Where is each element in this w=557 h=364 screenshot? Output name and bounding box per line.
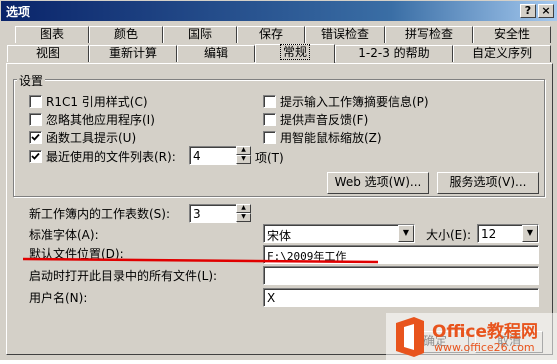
recent-files-count-input[interactable]: 4	[189, 146, 237, 165]
checkbox-box[interactable]	[263, 95, 276, 108]
check-icon	[31, 152, 40, 160]
window-title: 选项	[6, 5, 31, 19]
ignore-apps-checkbox[interactable]: 忽略其他应用程序(I)	[29, 111, 155, 128]
ignore-apps-label: 忽略其他应用程序(I)	[46, 113, 155, 127]
intellimouse-zoom-checkbox[interactable]: 用智能鼠标缩放(Z)	[263, 129, 382, 146]
sheets-count-spinner[interactable]: ▲ ▼	[236, 204, 251, 223]
recent-files-unit: 项(T)	[255, 151, 284, 165]
recent-files-spinner[interactable]: ▲ ▼	[236, 146, 251, 165]
watermark-brand: Office教程网	[432, 322, 539, 342]
tab-edit[interactable]: 编辑	[177, 45, 255, 62]
tab-lotus-help[interactable]: 1-2-3 的帮助	[335, 45, 453, 62]
sheets-count-label: 新工作簿内的工作表数(S):	[29, 207, 171, 221]
title-bar[interactable]: 选项 ? ×	[1, 1, 557, 21]
spin-down-icon[interactable]: ▼	[236, 155, 251, 164]
tab-save[interactable]: 保存	[237, 26, 305, 43]
tab-error-checking[interactable]: 错误检查	[305, 26, 385, 43]
tab-chart[interactable]: 图表	[15, 26, 89, 43]
tab-label: 图表	[39, 27, 64, 41]
service-options-button[interactable]: 服务选项(V)...	[437, 172, 539, 194]
options-dialog: 选项 ? × 图表 颜色 国际 保存 错误检查 拼写检查 安全性 视图 重新计算…	[0, 0, 557, 361]
tab-label: 拼写检查	[404, 27, 453, 41]
tab-view[interactable]: 视图	[7, 45, 89, 62]
tab-label: 安全性	[493, 27, 530, 41]
sound-feedback-checkbox[interactable]: 提供声音反馈(F)	[263, 111, 368, 128]
watermark-logo: Office教程网 www.office26.com	[386, 313, 557, 361]
size-dropdown-arrow-icon[interactable]: ▼	[522, 225, 538, 242]
standard-font-label: 标准字体(A):	[29, 228, 99, 242]
tab-label: 1-2-3 的帮助	[358, 46, 430, 60]
tab-label: 视图	[35, 46, 60, 60]
annotation-underline	[23, 257, 378, 264]
standard-font-select[interactable]: 宋体	[263, 224, 415, 243]
tab-custom-lists[interactable]: 自定义序列	[453, 45, 551, 62]
tab-label: 颜色	[113, 27, 138, 41]
tab-spelling[interactable]: 拼写检查	[385, 26, 473, 43]
r1c1-label: R1C1 引用样式(C)	[46, 95, 148, 109]
r1c1-checkbox[interactable]: R1C1 引用样式(C)	[29, 93, 148, 110]
recent-files-label: 最近使用的文件列表(R):	[46, 150, 176, 164]
tab-label: 错误检查	[320, 27, 369, 41]
tab-international[interactable]: 国际	[163, 26, 237, 43]
startup-folder-input[interactable]	[263, 266, 539, 285]
spin-down-icon[interactable]: ▼	[236, 213, 251, 222]
spin-up-icon[interactable]: ▲	[236, 146, 251, 155]
checkbox-box[interactable]	[263, 113, 276, 126]
tab-security[interactable]: 安全性	[473, 26, 551, 43]
checkbox-box[interactable]	[29, 95, 42, 108]
tab-color[interactable]: 颜色	[89, 26, 163, 43]
tab-label: 编辑	[203, 46, 228, 60]
sound-feedback-label: 提供声音反馈(F)	[280, 113, 369, 127]
function-tooltips-checkbox[interactable]: 函数工具提示(U)	[29, 129, 136, 146]
tab-general[interactable]: 常规	[255, 44, 335, 63]
tab-label: 自定义序列	[471, 46, 532, 60]
tab-label: 保存	[258, 27, 283, 41]
sheets-count-input[interactable]: 3	[189, 204, 237, 223]
tab-calculation[interactable]: 重新计算	[89, 45, 177, 62]
prompt-summary-checkbox[interactable]: 提示输入工作簿摘要信息(P)	[263, 93, 429, 110]
spin-up-icon[interactable]: ▲	[236, 204, 251, 213]
settings-group-label: 设置	[17, 72, 46, 89]
checkbox-box[interactable]	[29, 131, 42, 144]
recent-files-checkbox[interactable]: 最近使用的文件列表(R):	[29, 148, 176, 165]
check-icon	[31, 133, 40, 141]
tab-label: 重新计算	[108, 46, 157, 60]
username-input[interactable]: X	[263, 288, 539, 307]
tab-label: 常规	[279, 44, 310, 60]
watermark-url: www.office26.com	[434, 341, 535, 354]
font-size-label: 大小(E):	[426, 228, 471, 242]
startup-folder-label: 启动时打开此目录中的所有文件(L):	[29, 269, 218, 283]
function-tooltips-label: 函数工具提示(U)	[46, 131, 137, 145]
tab-label: 国际	[187, 27, 212, 41]
help-button[interactable]: ?	[520, 4, 536, 18]
font-dropdown-arrow-icon[interactable]: ▼	[398, 225, 414, 242]
prompt-summary-label: 提示输入工作簿摘要信息(P)	[280, 95, 429, 109]
checkbox-box[interactable]	[263, 131, 276, 144]
intellimouse-zoom-label: 用智能鼠标缩放(Z)	[280, 131, 382, 145]
close-button[interactable]: ×	[538, 4, 554, 18]
web-options-button[interactable]: Web 选项(W)...	[327, 172, 429, 194]
checkbox-box[interactable]	[29, 150, 42, 163]
checkbox-box[interactable]	[29, 113, 42, 126]
username-label: 用户名(N):	[29, 291, 88, 305]
